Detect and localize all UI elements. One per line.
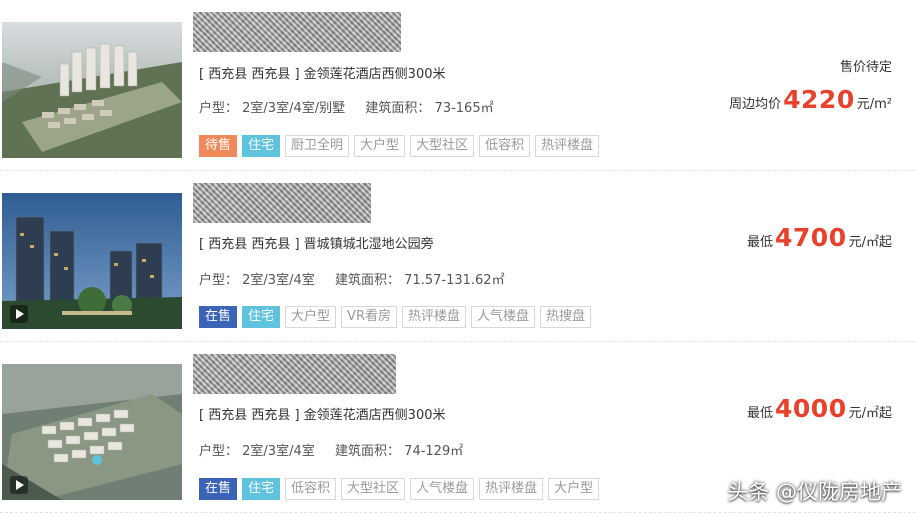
price-label: 最低 <box>747 235 774 250</box>
tag-type[interactable]: 住宅 <box>242 306 281 328</box>
tag-list: 在售 住宅 大户型 VR看房 热评楼盘 人气楼盘 热搜盘 <box>199 306 592 328</box>
tag[interactable]: 大户型 <box>548 478 600 500</box>
tag-type[interactable]: 住宅 <box>242 478 281 500</box>
tag[interactable]: 人气楼盘 <box>471 306 536 328</box>
area-value: 74-129㎡ <box>404 444 464 459</box>
area-label: 建筑面积： <box>365 101 431 116</box>
listing-name-blurred[interactable] <box>193 12 401 52</box>
price-status: 售价待定 <box>839 60 892 75</box>
listing-name-blurred[interactable] <box>193 183 371 223</box>
listing-thumbnail[interactable] <box>2 364 182 500</box>
tag[interactable]: 大户型 <box>354 135 406 157</box>
tag[interactable]: 人气楼盘 <box>410 478 475 500</box>
listing-thumbnail[interactable] <box>2 22 182 158</box>
price-value: 4700 <box>775 223 847 252</box>
price-label: 周边均价 <box>729 97 782 112</box>
tag[interactable]: 热搜盘 <box>540 306 592 328</box>
vr-play-icon[interactable] <box>10 305 28 323</box>
price-label: 最低 <box>747 406 774 421</box>
tag-list: 在售 住宅 低容积 大型社区 人气楼盘 热评楼盘 大户型 <box>199 478 600 500</box>
tag-type[interactable]: 住宅 <box>242 135 281 157</box>
listing-name-blurred[interactable] <box>193 354 396 394</box>
tag[interactable]: 热评楼盘 <box>535 135 600 157</box>
listing-address: [ 西充县 西充县 ] 金领莲花酒店西侧300米 <box>199 408 446 423</box>
tag-status[interactable]: 在售 <box>199 478 238 500</box>
tag[interactable]: 热评楼盘 <box>479 478 544 500</box>
listing-item[interactable]: [ 西充县 西充县 ] 金领莲花酒店西侧300米 户型： 2室/3室/4室/别墅… <box>0 0 916 171</box>
listing-address: [ 西充县 西充县 ] 晋城镇城北湿地公园旁 <box>199 237 434 252</box>
tag[interactable]: 热评楼盘 <box>401 306 466 328</box>
price-value: 4220 <box>783 85 855 114</box>
tag[interactable]: VR看房 <box>341 306 397 328</box>
tag[interactable]: 大型社区 <box>341 478 406 500</box>
area-value: 73-165㎡ <box>434 101 494 116</box>
layout-label: 户型： <box>199 444 239 459</box>
listing-item[interactable]: [ 西充县 西充县 ] 晋城镇城北湿地公园旁 户型： 2室/3室/4室 建筑面积… <box>0 171 916 342</box>
listing-thumbnail[interactable] <box>2 193 182 329</box>
vr-play-icon[interactable] <box>10 476 28 494</box>
tag-status[interactable]: 在售 <box>199 306 238 328</box>
tag[interactable]: 大户型 <box>285 306 337 328</box>
price-block: 周边均价4220 元/m² <box>729 85 892 114</box>
listing-specs: 户型： 2室/3室/4室/别墅 建筑面积： 73-165㎡ <box>199 97 494 116</box>
price-block: 最低4700 元/㎡起 <box>747 223 892 252</box>
area-label: 建筑面积： <box>335 444 401 459</box>
price-unit: 元/㎡起 <box>848 406 892 421</box>
tag[interactable]: 大型社区 <box>410 135 475 157</box>
listing-address: [ 西充县 西充县 ] 金领莲花酒店西侧300米 <box>199 67 446 82</box>
layout-value: 2室/3室/4室 <box>242 444 315 459</box>
price-unit: 元/㎡起 <box>848 235 892 250</box>
price-value: 4000 <box>775 394 847 423</box>
tag[interactable]: 厨卫全明 <box>285 135 350 157</box>
price-unit: 元/m² <box>856 97 892 112</box>
price-block: 最低4000 元/㎡起 <box>747 394 892 423</box>
tag-list: 待售 住宅 厨卫全明 大户型 大型社区 低容积 热评楼盘 <box>199 135 600 157</box>
area-value: 71.57-131.62㎡ <box>404 273 505 288</box>
listing-specs: 户型： 2室/3室/4室 建筑面积： 74-129㎡ <box>199 440 463 459</box>
listing-page: [ 西充县 西充县 ] 金领莲花酒店西侧300米 户型： 2室/3室/4室/别墅… <box>0 0 916 516</box>
area-label: 建筑面积： <box>335 273 401 288</box>
layout-label: 户型： <box>199 273 239 288</box>
watermark: 头条 @仪陇房地产 <box>727 480 902 504</box>
listing-specs: 户型： 2室/3室/4室 建筑面积： 71.57-131.62㎡ <box>199 269 505 288</box>
layout-value: 2室/3室/4室 <box>242 273 315 288</box>
tag[interactable]: 低容积 <box>479 135 531 157</box>
tag-status[interactable]: 待售 <box>199 135 238 157</box>
layout-label: 户型： <box>199 101 239 116</box>
tag[interactable]: 低容积 <box>285 478 337 500</box>
layout-value: 2室/3室/4室/别墅 <box>242 101 346 116</box>
